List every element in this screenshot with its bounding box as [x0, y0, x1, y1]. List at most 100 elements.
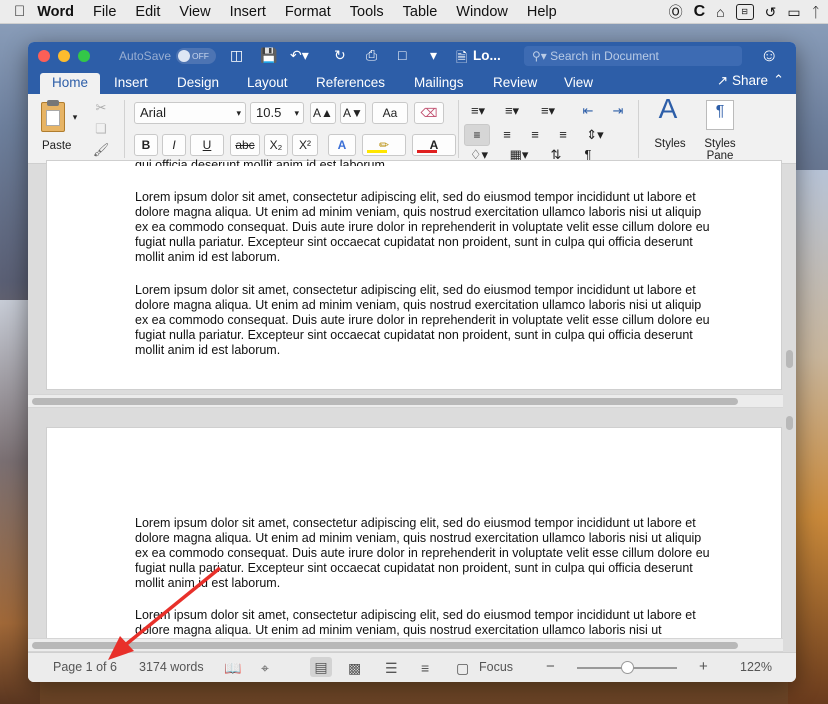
- increase-indent-icon[interactable]: ⇥: [606, 100, 630, 122]
- airplay-icon[interactable]: ▭: [787, 4, 800, 21]
- document-area[interactable]: qui officia deserunt mollit anim id est …: [28, 158, 796, 652]
- undo-icon[interactable]: ↶▾: [290, 47, 309, 64]
- horizontal-scrollbar[interactable]: [28, 638, 783, 652]
- minimize-button[interactable]: [58, 50, 70, 62]
- grow-font-button[interactable]: A▲: [310, 102, 336, 124]
- styles-icon[interactable]: A: [650, 95, 686, 130]
- menu-view[interactable]: View: [179, 4, 210, 20]
- decrease-indent-icon[interactable]: ⇤: [576, 100, 600, 122]
- home-icon[interactable]: ⌂: [716, 4, 724, 20]
- tab-layout[interactable]: Layout: [247, 73, 288, 94]
- zoom-button[interactable]: [78, 50, 90, 62]
- font-size-select[interactable]: 10.5 ▾: [250, 102, 304, 124]
- strikethrough-button[interactable]: abc: [230, 134, 260, 156]
- bold-button[interactable]: B: [134, 134, 158, 156]
- share-button[interactable]: ↗ Share: [717, 73, 768, 89]
- web-layout-icon[interactable]: ▩: [348, 660, 361, 677]
- tab-references[interactable]: References: [316, 73, 385, 94]
- copy-icon[interactable]: ❏: [92, 118, 110, 140]
- tab-mailings[interactable]: Mailings: [414, 73, 464, 94]
- history-icon[interactable]: ↺: [765, 4, 777, 21]
- apple-menu-icon[interactable]: : [14, 3, 25, 20]
- tab-view[interactable]: View: [564, 73, 593, 94]
- text-effects-button[interactable]: A: [328, 134, 356, 156]
- bluetooth-icon[interactable]: ᛏ: [812, 4, 820, 20]
- menu-help[interactable]: Help: [527, 4, 557, 20]
- window-switcher-icon[interactable]: ⊟: [735, 4, 754, 20]
- menu-window[interactable]: Window: [456, 4, 508, 20]
- menu-edit[interactable]: Edit: [135, 4, 160, 20]
- scroll-thumb[interactable]: [32, 642, 738, 649]
- paste-label[interactable]: Paste: [42, 140, 71, 152]
- scroll-thumb[interactable]: [32, 398, 738, 405]
- print-icon[interactable]: ⎙: [366, 47, 377, 64]
- zoom-level[interactable]: 122%: [740, 660, 772, 674]
- proofing-icon[interactable]: 📖: [224, 660, 241, 677]
- track-changes-icon[interactable]: ⌖: [261, 660, 269, 677]
- bullets-icon[interactable]: ≡▾: [464, 100, 492, 122]
- page1-paragraph-2[interactable]: Lorem ipsum dolor sit amet, consectetur …: [135, 283, 713, 358]
- search-field[interactable]: ⚲▾ Search in Document: [524, 46, 742, 66]
- new-document-icon[interactable]: □: [398, 47, 406, 63]
- page-count[interactable]: Page 1 of 6: [53, 660, 117, 674]
- font-color-button[interactable]: A: [412, 134, 456, 156]
- feedback-smiley-icon[interactable]: ☺: [760, 45, 778, 66]
- outline-icon[interactable]: ☰: [385, 660, 398, 677]
- cut-icon[interactable]: ✂: [92, 97, 110, 119]
- autosave-toggle[interactable]: OFF: [176, 48, 216, 64]
- word-count[interactable]: 3174 words: [139, 660, 204, 674]
- zoom-out-button[interactable]: −: [546, 658, 555, 675]
- menu-table[interactable]: Table: [403, 4, 438, 20]
- vertical-scroll-thumb-top[interactable]: [786, 350, 793, 368]
- tab-insert[interactable]: Insert: [114, 73, 148, 94]
- subscript-button[interactable]: X₂: [264, 134, 288, 156]
- highlight-button[interactable]: ✏: [362, 134, 406, 156]
- shrink-font-button[interactable]: A▼: [340, 102, 366, 124]
- tab-review[interactable]: Review: [493, 73, 537, 94]
- tab-design[interactable]: Design: [177, 73, 219, 94]
- justify-icon[interactable]: ≡: [550, 124, 576, 146]
- focus-icon[interactable]: ▢: [456, 660, 469, 677]
- menu-file[interactable]: File: [93, 4, 116, 20]
- divider: [638, 100, 639, 158]
- format-painter-icon[interactable]: 🖌: [92, 139, 110, 161]
- sidebar-icon[interactable]: ◫: [230, 47, 243, 64]
- split-pane-scrollbar[interactable]: [28, 394, 783, 408]
- paste-options-icon[interactable]: ▾: [70, 106, 80, 128]
- align-right-icon[interactable]: ≡: [522, 124, 548, 146]
- focus-label[interactable]: Focus: [479, 660, 513, 674]
- superscript-button[interactable]: X²: [292, 134, 318, 156]
- page2-paragraph-1[interactable]: Lorem ipsum dolor sit amet, consectetur …: [135, 516, 713, 591]
- font-name-select[interactable]: Arial ▾: [134, 102, 246, 124]
- print-layout-icon[interactable]: ▤: [310, 657, 332, 677]
- c-icon[interactable]: C: [694, 3, 706, 21]
- customize-toolbar-icon[interactable]: ▾: [430, 47, 437, 64]
- change-case-button[interactable]: Aa: [372, 102, 408, 124]
- menu-insert[interactable]: Insert: [230, 4, 266, 20]
- redo-icon[interactable]: ↻: [334, 47, 346, 64]
- styles-label[interactable]: Styles: [652, 138, 688, 150]
- align-left-icon[interactable]: ≡: [464, 124, 490, 146]
- clear-formatting-icon[interactable]: ⌫: [414, 102, 444, 124]
- save-icon[interactable]: 💾: [260, 47, 277, 64]
- page2-paragraph-2[interactable]: Lorem ipsum dolor sit amet, consectetur …: [135, 608, 713, 638]
- vertical-scroll-thumb-bottom[interactable]: [786, 416, 793, 430]
- numbering-icon[interactable]: ≡▾: [498, 100, 526, 122]
- italic-button[interactable]: I: [162, 134, 186, 156]
- tab-home[interactable]: Home: [40, 73, 101, 94]
- close-button[interactable]: [38, 50, 50, 62]
- underline-button[interactable]: U: [190, 134, 224, 156]
- line-spacing-icon[interactable]: ⇕▾: [580, 124, 610, 146]
- zoom-slider-knob[interactable]: [621, 661, 634, 674]
- menu-app-name[interactable]: Word: [37, 4, 74, 20]
- page1-paragraph-1[interactable]: Lorem ipsum dolor sit amet, consectetur …: [135, 190, 713, 265]
- draft-icon[interactable]: ≡: [421, 660, 429, 676]
- zoom-in-button[interactable]: +: [699, 658, 708, 675]
- collapse-ribbon-icon[interactable]: ⌃: [773, 72, 784, 88]
- multilevel-list-icon[interactable]: ≡▾: [534, 100, 562, 122]
- vpn-icon[interactable]: Ⓞ: [669, 2, 683, 22]
- menu-format[interactable]: Format: [285, 4, 331, 20]
- align-center-icon[interactable]: ≡: [494, 124, 520, 146]
- menu-tools[interactable]: Tools: [350, 4, 384, 20]
- styles-pane-icon[interactable]: ¶: [706, 100, 734, 130]
